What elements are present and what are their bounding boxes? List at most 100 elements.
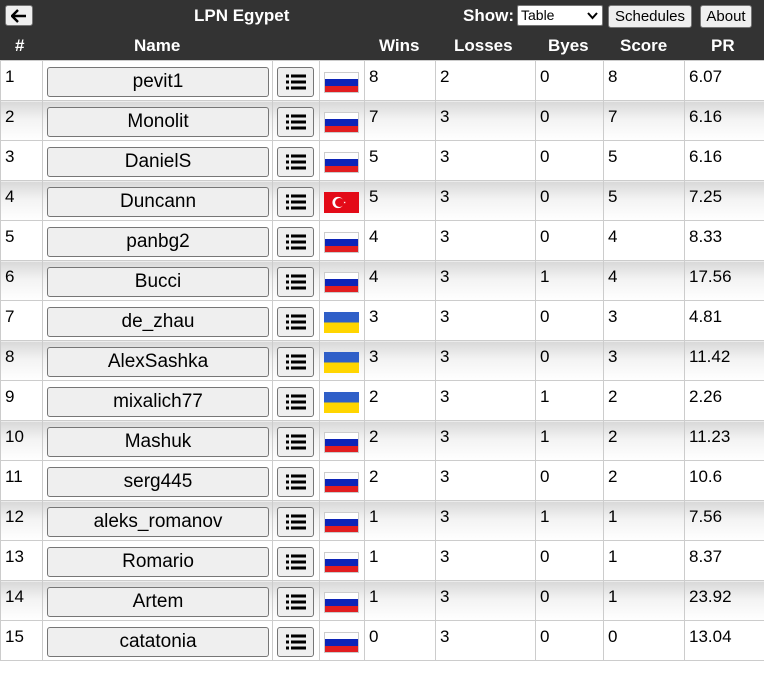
player-details-button[interactable] (277, 547, 314, 577)
column-header-name[interactable]: Name (134, 36, 180, 56)
player-details-button[interactable] (277, 387, 314, 417)
player-name-button[interactable]: mixalich77 (47, 387, 269, 417)
player-name-button[interactable]: serg445 (47, 467, 269, 497)
pr-value: 13.04 (689, 627, 732, 646)
player-details-button[interactable] (277, 427, 314, 457)
column-header-losses[interactable]: Losses (454, 36, 513, 56)
score-value: 1 (608, 547, 618, 566)
about-button[interactable]: About (700, 5, 752, 28)
flag-ru-icon (324, 472, 359, 493)
pr-value: 7.56 (689, 507, 723, 526)
player-name-button[interactable]: Mashuk (47, 427, 269, 457)
score-value: 7 (608, 107, 618, 126)
player-details-button[interactable] (277, 347, 314, 377)
list-icon (285, 394, 306, 410)
pr-cell: 8.33 (684, 220, 764, 261)
losses-cell: 3 (435, 260, 536, 301)
player-name-button[interactable]: pevit1 (47, 67, 269, 97)
byes-value: 0 (540, 547, 550, 566)
pr-cell: 17.56 (684, 260, 764, 301)
pr-value: 7.25 (689, 187, 723, 206)
wins-cell: 5 (364, 140, 436, 181)
player-name-button[interactable]: Monolit (47, 107, 269, 137)
table-row: 6 Bucci 4 3 1 4 17.56 (0, 260, 764, 301)
player-name-button[interactable]: panbg2 (47, 227, 269, 257)
score-cell: 1 (603, 540, 685, 581)
player-name-button[interactable]: catatonia (47, 627, 269, 657)
name-cell: Mashuk (42, 420, 273, 461)
back-button[interactable] (5, 5, 33, 26)
player-details-button[interactable] (277, 507, 314, 537)
flag-cell (319, 60, 365, 101)
losses-cell: 2 (435, 60, 536, 101)
list-cell (272, 580, 320, 621)
name-cell: AlexSashka (42, 340, 273, 381)
losses-value: 3 (440, 467, 450, 486)
player-details-button[interactable] (277, 267, 314, 297)
player-details-button[interactable] (277, 467, 314, 497)
player-details-button[interactable] (277, 187, 314, 217)
score-value: 5 (608, 147, 618, 166)
column-header-byes[interactable]: Byes (548, 36, 589, 56)
player-details-button[interactable] (277, 227, 314, 257)
pr-value: 2.26 (689, 387, 723, 406)
column-header-rank[interactable]: # (15, 36, 24, 56)
losses-cell: 3 (435, 300, 536, 341)
player-details-button[interactable] (277, 307, 314, 337)
score-cell: 1 (603, 580, 685, 621)
rank-cell: 13 (0, 540, 43, 581)
table-row: 4 Duncann 5 3 0 5 7.25 (0, 180, 764, 221)
score-value: 4 (608, 267, 618, 286)
wins-cell: 2 (364, 460, 436, 501)
player-details-button[interactable] (277, 67, 314, 97)
player-name-button[interactable]: Artem (47, 587, 269, 617)
score-cell: 7 (603, 100, 685, 141)
column-header-wins[interactable]: Wins (379, 36, 419, 56)
score-cell: 2 (603, 380, 685, 421)
column-header-score[interactable]: Score (620, 36, 667, 56)
schedules-button[interactable]: Schedules (608, 5, 692, 28)
wins-value: 5 (369, 147, 379, 166)
table-row: 9 mixalich77 2 3 1 2 2.26 (0, 380, 764, 421)
player-details-button[interactable] (277, 587, 314, 617)
wins-cell: 4 (364, 220, 436, 261)
player-name-button[interactable]: DanielS (47, 147, 269, 177)
player-details-button[interactable] (277, 627, 314, 657)
rank-value: 2 (5, 107, 15, 126)
player-name-button[interactable]: aleks_romanov (47, 507, 269, 537)
pr-cell: 13.04 (684, 620, 764, 661)
name-cell: Romario (42, 540, 273, 581)
wins-value: 2 (369, 467, 379, 486)
wins-value: 8 (369, 67, 379, 86)
show-label: Show: (463, 6, 514, 25)
rank-cell: 7 (0, 300, 43, 341)
byes-value: 0 (540, 227, 550, 246)
byes-cell: 0 (535, 100, 604, 141)
player-name-button[interactable]: de_zhau (47, 307, 269, 337)
rank-cell: 15 (0, 620, 43, 661)
losses-cell: 3 (435, 380, 536, 421)
player-name-button[interactable]: AlexSashka (47, 347, 269, 377)
list-icon (285, 474, 306, 490)
wins-value: 4 (369, 227, 379, 246)
player-name-button[interactable]: Bucci (47, 267, 269, 297)
table-row: 5 panbg2 4 3 0 4 8.33 (0, 220, 764, 261)
score-cell: 4 (603, 220, 685, 261)
view-select[interactable]: Table (517, 5, 603, 26)
player-details-button[interactable] (277, 107, 314, 137)
score-value: 1 (608, 507, 618, 526)
column-header-pr[interactable]: PR (711, 36, 735, 56)
losses-value: 3 (440, 347, 450, 366)
player-name-button[interactable]: Romario (47, 547, 269, 577)
player-name-button[interactable]: Duncann (47, 187, 269, 217)
player-details-button[interactable] (277, 147, 314, 177)
losses-cell: 3 (435, 140, 536, 181)
table-row: 13 Romario 1 3 0 1 8.37 (0, 540, 764, 581)
flag-cell (319, 300, 365, 341)
table-row: 8 AlexSashka 3 3 0 3 11.42 (0, 340, 764, 381)
losses-cell: 3 (435, 180, 536, 221)
pr-value: 6.07 (689, 67, 723, 86)
wins-value: 3 (369, 347, 379, 366)
wins-value: 3 (369, 307, 379, 326)
byes-value: 0 (540, 187, 550, 206)
